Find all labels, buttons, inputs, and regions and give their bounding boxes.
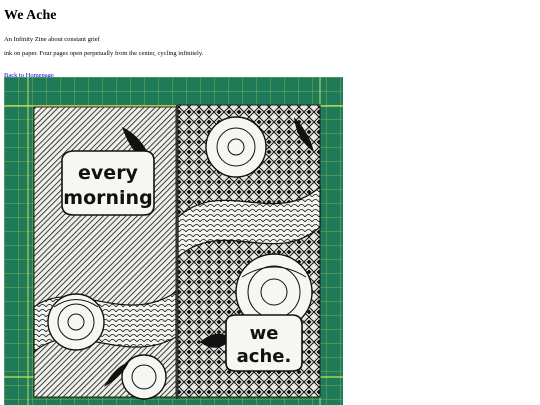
page: We Ache An Infinity Zine about constant … <box>0 0 540 405</box>
flower-illustration-top-right <box>205 116 267 178</box>
flower-illustration-left <box>47 293 105 351</box>
flower-illustration-bottom <box>121 354 167 400</box>
zine-page-left: every morning <box>33 106 177 400</box>
caption-we: we <box>250 323 279 344</box>
caption-ache: ache. <box>237 346 292 367</box>
caption-every: every <box>78 162 139 184</box>
zine-photo-svg: every morning we ache. <box>4 77 343 405</box>
caption-morning: morning <box>63 187 152 209</box>
page-title: We Ache <box>4 8 57 23</box>
speech-bubble-we-ache: we ache. <box>225 314 303 372</box>
zine-page-right: we ache. <box>177 104 321 398</box>
speech-bubble-every-morning: every morning <box>61 150 155 216</box>
zine-photo: every morning we ache. <box>4 77 343 405</box>
page-subtitle: An Infinity Zine about constant grief <box>4 36 100 43</box>
page-description: ink on paper. Four pages open perpetuall… <box>4 50 204 57</box>
